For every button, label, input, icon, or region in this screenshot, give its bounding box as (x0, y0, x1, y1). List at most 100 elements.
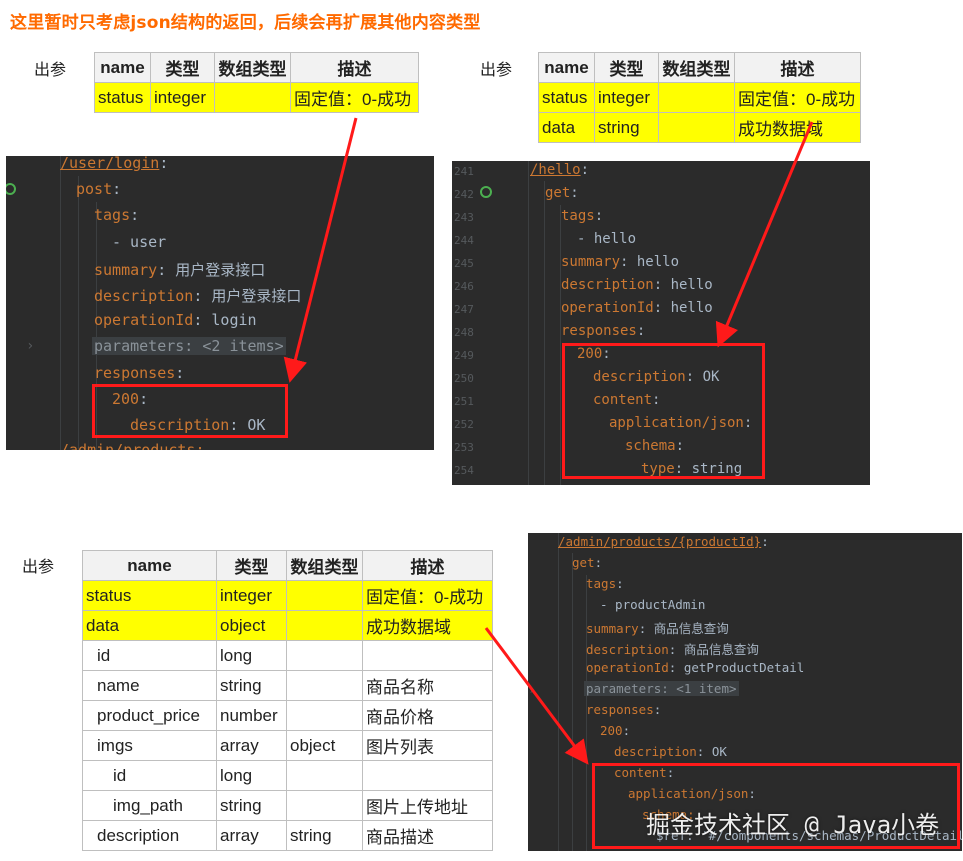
row-array-type: object (286, 730, 363, 761)
code-value: - hello (577, 231, 637, 247)
row-name: data (82, 610, 217, 641)
indent-guide (572, 553, 573, 851)
line-number: 244 (454, 234, 474, 247)
code-value: OK (711, 744, 727, 759)
code-line: tags: (586, 576, 624, 591)
code-key: tags (94, 206, 131, 224)
code-key: responses (94, 364, 176, 382)
col-name-header: name (538, 52, 595, 83)
line-number: 243 (454, 211, 474, 224)
col-desc-header: 描述 (290, 52, 419, 83)
code-line: - user (112, 233, 166, 251)
row-name: id (82, 760, 217, 791)
output-params-label: 出参 (480, 60, 513, 79)
row-desc: 图片列表 (362, 730, 493, 761)
indent-guide (544, 181, 545, 485)
row-name: status (94, 82, 151, 113)
col-array-type-header: 数组类型 (214, 52, 291, 83)
row-name: name (82, 670, 217, 701)
row-array-type (658, 112, 735, 143)
code-line: tags: (94, 206, 140, 224)
code-key: summary (586, 621, 639, 636)
row-name: description (82, 820, 217, 851)
code-value: login (211, 311, 257, 329)
page-headline: 这里暂时只考虑json结构的返回，后续会再扩展其他内容类型 (10, 13, 481, 33)
code-key: 200 (600, 723, 623, 738)
row-name: status (82, 580, 217, 611)
indent-guide (528, 161, 529, 485)
row-type: long (216, 640, 287, 671)
row-desc: 成功数据域 (734, 112, 861, 143)
code-key: get (545, 185, 571, 201)
fold-chevron-icon[interactable]: › (528, 683, 536, 698)
watermark: 掘金技术社区 @ Java小卷 (646, 811, 940, 839)
row-array-type (286, 580, 363, 611)
indent-guide (558, 533, 559, 851)
code-line: responses: (561, 323, 646, 339)
line-number: 253 (454, 441, 474, 454)
table-header-row: name 类型 数组类型 描述 (538, 52, 861, 83)
code-key: post (76, 180, 113, 198)
highlight-box (562, 343, 765, 479)
code-line: operationId: login (94, 311, 257, 329)
row-type: integer (594, 82, 659, 113)
table-row: product_price number 商品价格 (82, 700, 493, 731)
output-params-label: 出参 (22, 557, 55, 576)
row-desc: 固定值：0-成功 (290, 82, 419, 113)
code-key: tags (586, 576, 617, 591)
row-type: integer (150, 82, 215, 113)
code-key: tags (561, 208, 595, 224)
table-header-row: name 类型 数组类型 描述 (82, 550, 493, 581)
fold-chevron-icon[interactable]: › (26, 338, 34, 354)
col-type-header: 类型 (150, 52, 215, 83)
output-params-table-2: name 类型 数组类型 描述 status integer 固定值：0-成功 … (538, 52, 861, 143)
parameters-fold[interactable]: parameters: <1 item> (584, 681, 739, 696)
col-name-header: name (82, 550, 217, 581)
row-desc: 图片上传地址 (362, 790, 493, 821)
line-number: 252 (454, 418, 474, 431)
line-number: 250 (454, 372, 474, 385)
path-key: /hello (530, 162, 581, 178)
line-number: 247 (454, 303, 474, 316)
code-line: tags: (561, 208, 604, 224)
table-row: data object 成功数据域 (82, 610, 493, 641)
row-array-type: string (286, 820, 363, 851)
col-type-header: 类型 (216, 550, 287, 581)
code-key: responses (586, 702, 654, 717)
row-name: img_path (82, 790, 217, 821)
code-line[interactable]: parameters: <1 item> (584, 681, 739, 696)
row-name: product_price (82, 700, 217, 731)
code-line: operationId: hello (561, 300, 713, 316)
line-number: 242 (454, 188, 474, 201)
run-gutter-icon (6, 183, 16, 195)
code-key: description (561, 277, 654, 293)
code-key: operationId (94, 311, 194, 329)
row-array-type (286, 790, 363, 821)
indent-guide (60, 156, 61, 450)
code-line: description: 商品信息查询 (586, 642, 759, 657)
code-value: - user (112, 233, 167, 251)
run-gutter-icon[interactable] (480, 186, 492, 198)
col-array-type-header: 数组类型 (286, 550, 363, 581)
line-number: 254 (454, 464, 474, 477)
row-desc: 商品名称 (362, 670, 493, 701)
code-key: summary (561, 254, 621, 270)
row-array-type (286, 700, 363, 731)
code-value: getProductDetail (683, 660, 805, 675)
code-line: responses: (94, 364, 185, 382)
code-line: /user/login: (60, 156, 169, 172)
code-key: description (614, 744, 697, 759)
table-row: name string 商品名称 (82, 670, 493, 701)
parameters-fold[interactable]: parameters: <2 items> (92, 337, 286, 355)
row-array-type (658, 82, 735, 113)
code-line: description: OK (614, 744, 727, 759)
code-line[interactable]: parameters: <2 items> (92, 337, 286, 355)
table-row: data string 成功数据域 (538, 112, 861, 143)
code-line: description: 用户登录接口 (94, 287, 302, 305)
line-number: 251 (454, 395, 474, 408)
code-line: summary: 商品信息查询 (586, 621, 729, 636)
code-line: responses: (586, 702, 662, 717)
row-type: string (216, 790, 287, 821)
code-value: - productAdmin (600, 597, 706, 612)
indent-guide (560, 205, 561, 485)
